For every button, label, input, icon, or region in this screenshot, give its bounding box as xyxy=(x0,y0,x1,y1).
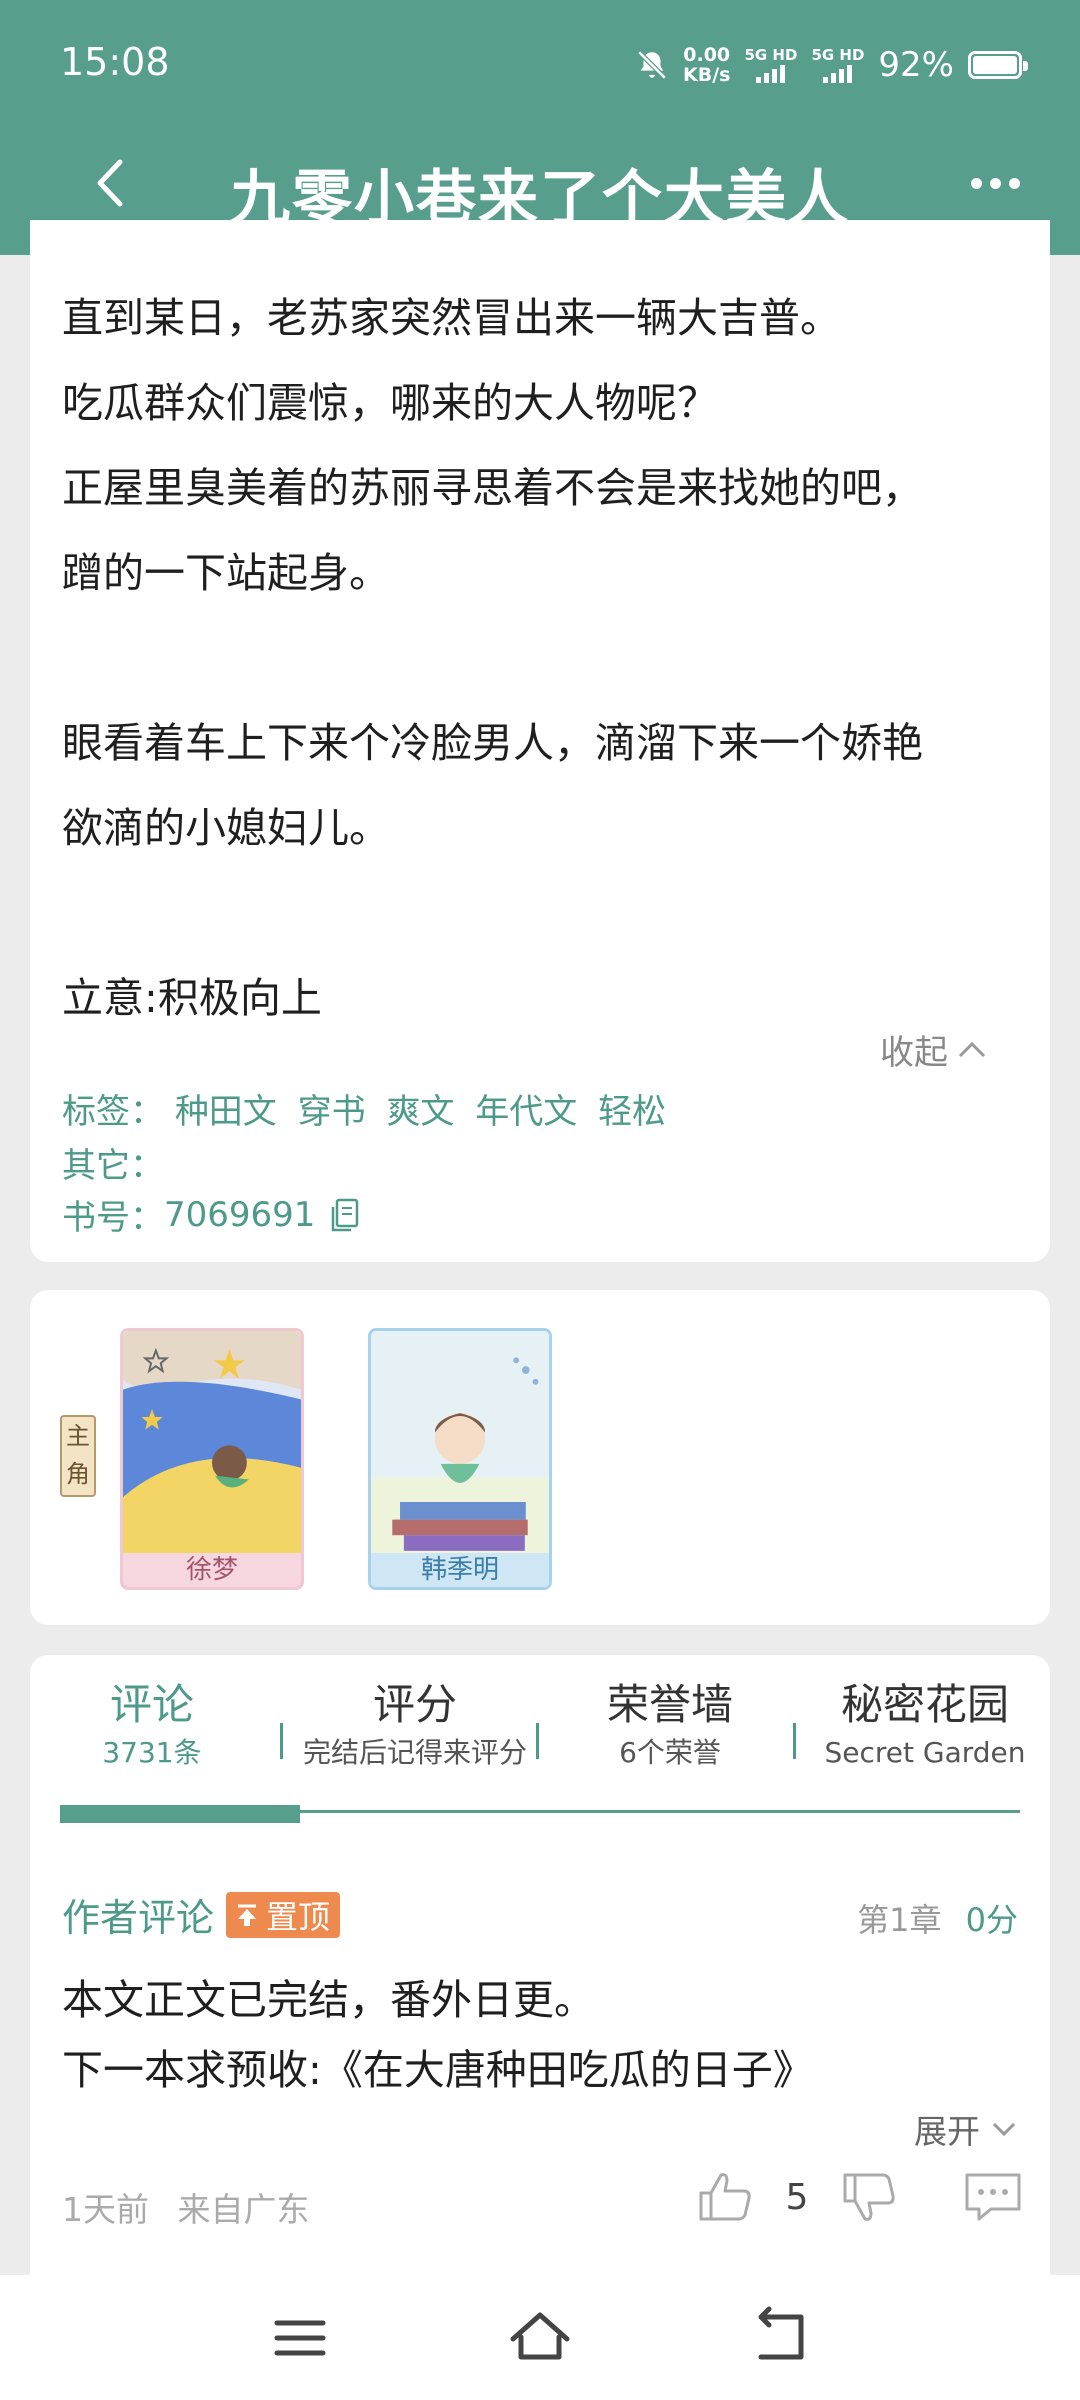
tags-row: 标签： 种田文 穿书 爽文 年代文 轻松 xyxy=(62,1092,667,1132)
protagonist-label: 主角 xyxy=(60,1415,96,1497)
tab-divider xyxy=(536,1723,539,1759)
app-header: 15:08 0.00 KB/s 5G HD 5G HD 92% 九零小巷来了个大… xyxy=(0,0,1080,255)
comments-card: 评论 3731条 评分 完结后记得来评分 荣誉墙 6个荣誉 秘密花园 Secre… xyxy=(30,1655,1050,2275)
synopsis-line: 吃瓜群众们震惊，哪来的大人物呢？ xyxy=(62,379,718,427)
comment-chapter: 第1章 0分 xyxy=(857,1901,1018,1939)
comment-location: 来自广东 xyxy=(177,2190,310,2229)
status-bar: 15:08 0.00 KB/s 5G HD 5G HD 92% xyxy=(0,0,1080,120)
other-row: 其它： xyxy=(62,1146,164,1186)
expand-button[interactable]: 展开 xyxy=(914,2105,1020,2153)
comment-meta: 1天前 来自广东 xyxy=(62,2183,328,2231)
tag-link[interactable]: 种田文 xyxy=(175,1092,277,1132)
character-card-hanjiming[interactable]: 韩季明 xyxy=(368,1328,552,1590)
pin-arrow-icon xyxy=(238,1904,257,1926)
synopsis-line: 眼看着车上下来个冷脸男人，滴溜下来一个娇艳 xyxy=(62,719,923,767)
sim1-signal-icon: 5G HD xyxy=(744,47,797,83)
home-icon[interactable] xyxy=(505,2303,575,2373)
comment-actions: 5 xyxy=(693,2165,1025,2229)
tab-indicator xyxy=(60,1805,300,1823)
mute-bell-icon xyxy=(637,50,667,80)
characters-card: 主角 徐梦 韩季明 xyxy=(30,1290,1050,1625)
menu-icon[interactable] xyxy=(265,2303,335,2373)
tag-link[interactable]: 年代文 xyxy=(475,1092,577,1132)
tab-secret-garden[interactable]: 秘密花园 Secret Garden xyxy=(815,1677,1035,1773)
comment-score: 0分 xyxy=(965,1901,1018,1939)
chevron-down-icon xyxy=(992,2122,1016,2137)
character-illustration xyxy=(123,1331,301,1587)
thumbs-up-icon[interactable] xyxy=(693,2165,757,2229)
sim2-signal-icon: 5G HD xyxy=(811,47,864,83)
synopsis-line: 欲滴的小媳妇儿。 xyxy=(62,804,390,852)
thumbs-down-icon[interactable] xyxy=(837,2165,901,2229)
character-name: 徐梦 xyxy=(123,1553,301,1587)
comment-tabs: 评论 3731条 评分 完结后记得来评分 荣誉墙 6个荣誉 秘密花园 Secre… xyxy=(30,1677,1050,1787)
status-icons: 0.00 KB/s 5G HD 5G HD 92% xyxy=(635,40,1028,90)
like-count: 5 xyxy=(785,2176,809,2218)
comment-line: 本文正文已完结，番外日更。 xyxy=(62,1976,595,2024)
tab-divider xyxy=(280,1723,283,1759)
synopsis-line xyxy=(62,616,1042,701)
chevron-up-icon xyxy=(958,1041,986,1057)
tab-divider xyxy=(793,1723,796,1759)
synopsis-line: 正屋里臭美着的苏丽寻思着不会是来找她的吧， xyxy=(62,464,923,512)
more-dots-icon[interactable] xyxy=(960,158,1030,208)
collapse-button[interactable]: 收起 xyxy=(880,1025,990,1074)
reply-comment-icon[interactable] xyxy=(961,2165,1025,2229)
net-speed: 0.00 KB/s xyxy=(682,44,731,86)
comment-author[interactable]: 作者评论 xyxy=(62,1887,214,1942)
intro-card: 直到某日，老苏家突然冒出来一辆大吉普。 吃瓜群众们震惊，哪来的大人物呢？ 正屋里… xyxy=(30,220,1050,1262)
synopsis-line: 蹭的一下站起身。 xyxy=(62,549,390,597)
tab-comments[interactable]: 评论 3731条 xyxy=(82,1677,222,1773)
character-illustration xyxy=(371,1331,549,1587)
tag-link[interactable]: 轻松 xyxy=(598,1092,666,1132)
system-nav-bar xyxy=(0,2275,1080,2400)
tag-link[interactable]: 爽文 xyxy=(386,1092,454,1132)
pinned-comment-header: 作者评论 置顶 xyxy=(62,1887,341,1942)
battery-percent: 92% xyxy=(878,45,954,85)
synopsis-line: 直到某日，老苏家突然冒出来一辆大吉普。 xyxy=(62,294,841,342)
battery-icon xyxy=(968,51,1028,79)
pinned-badge: 置顶 xyxy=(226,1891,341,1938)
copy-icon[interactable] xyxy=(325,1195,365,1235)
tag-link[interactable]: 穿书 xyxy=(298,1092,366,1132)
back-nav-icon[interactable] xyxy=(745,2303,815,2373)
character-card-xumeng[interactable]: 徐梦 xyxy=(120,1328,304,1590)
status-time: 15:08 xyxy=(60,40,170,84)
comment-line: 下一本求预收:《在大唐种田吃瓜的日子》 xyxy=(62,2046,814,2094)
comment-body: 本文正文已完结，番外日更。 下一本求预收:《在大唐种田吃瓜的日子》 xyxy=(62,1965,814,2105)
book-id-row: 书号： 7069691 xyxy=(62,1190,365,1239)
tab-honor-wall[interactable]: 荣誉墙 6个荣誉 xyxy=(570,1677,770,1773)
synopsis-text: 直到某日，老苏家突然冒出来一辆大吉普。 吃瓜群众们震惊，哪来的大人物呢？ 正屋里… xyxy=(62,276,1042,1041)
book-id: 7069691 xyxy=(164,1194,316,1235)
synopsis-line xyxy=(62,871,1042,956)
comment-time: 1天前 xyxy=(62,2190,149,2229)
tab-rating[interactable]: 评分 完结后记得来评分 xyxy=(290,1677,540,1773)
character-name: 韩季明 xyxy=(371,1553,549,1587)
